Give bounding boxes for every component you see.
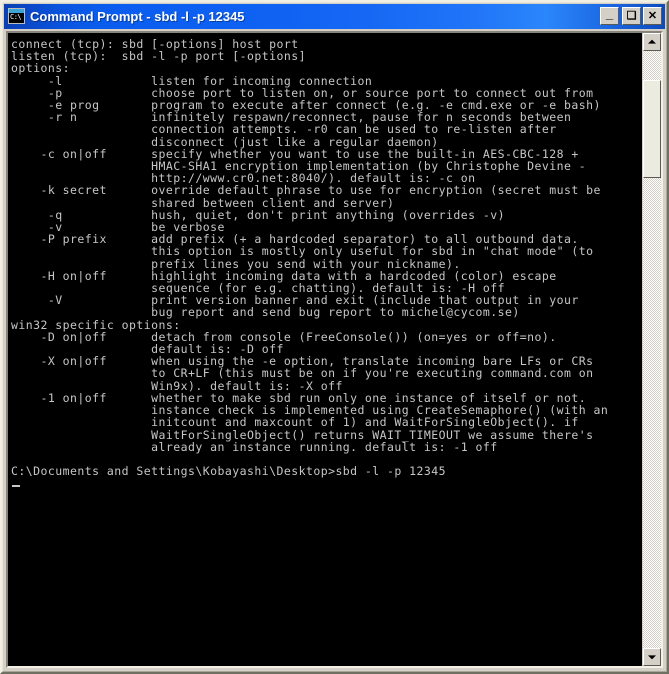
minimize-icon: _ [605,6,614,21]
scroll-down-button[interactable] [643,648,661,666]
chevron-up-icon [648,39,656,44]
console-sunken-frame: connect (tcp): sbd [-options] host port … [6,31,663,668]
console-output: connect (tcp): sbd [-options] host port … [11,37,609,479]
window-client-area: connect (tcp): sbd [-options] host port … [4,29,665,670]
command-prompt-window: C:\ Command Prompt - sbd -l -p 12345 _ ❑… [0,0,669,674]
scrollbar-thumb[interactable] [643,80,661,178]
window-inner-frame: C:\ Command Prompt - sbd -l -p 12345 _ ❑… [2,2,667,672]
close-button[interactable]: ✕ [643,7,662,25]
console-screen[interactable]: connect (tcp): sbd [-options] host port … [8,33,642,666]
text-cursor [12,485,20,488]
minimize-button[interactable]: _ [600,7,619,25]
close-icon: ✕ [647,10,658,22]
titlebar[interactable]: C:\ Command Prompt - sbd -l -p 12345 _ ❑… [4,4,665,29]
scroll-up-button[interactable] [643,33,661,51]
icon-prompt-label: C:\ [10,13,22,21]
vertical-scrollbar[interactable] [642,33,661,666]
maximize-button[interactable]: ❑ [622,7,641,25]
chevron-down-icon [648,655,656,660]
command-prompt-icon[interactable]: C:\ [8,8,25,24]
window-title: Command Prompt - sbd -l -p 12345 [30,9,245,24]
maximize-icon: ❑ [626,10,637,22]
